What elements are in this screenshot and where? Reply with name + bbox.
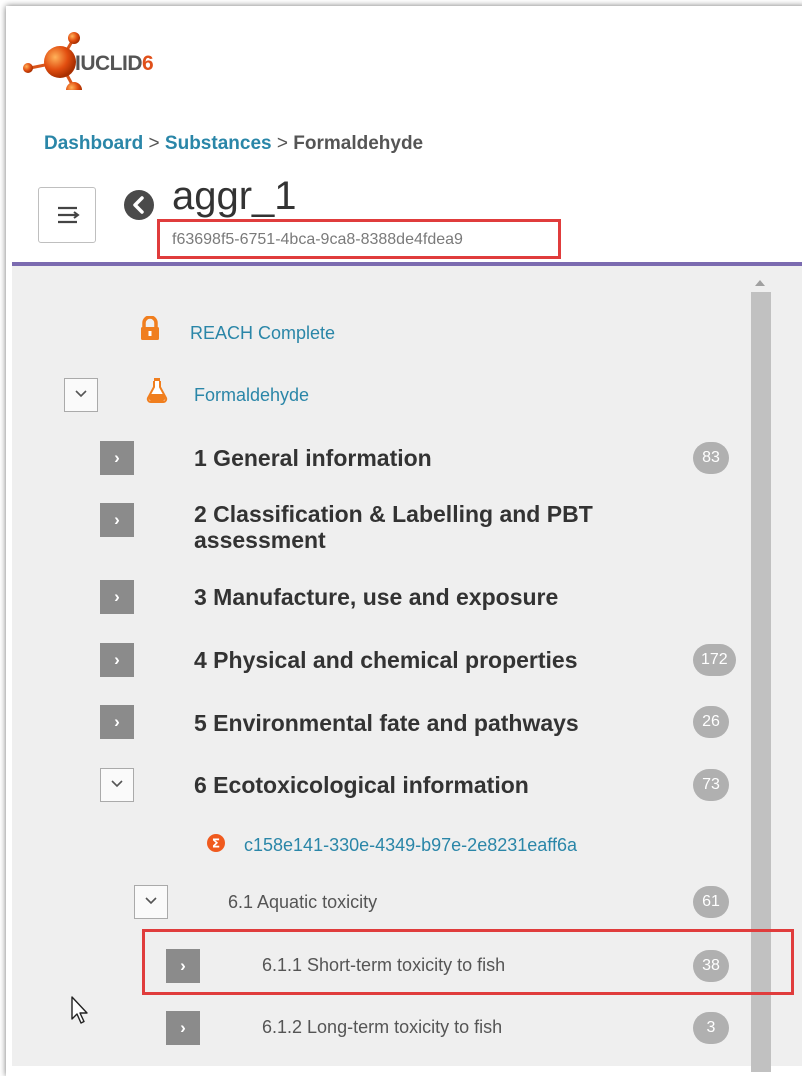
expand-toggle-section-6[interactable] [100, 768, 134, 802]
count-badge: 26 [693, 706, 729, 738]
tree-subsection-aquatic-toxicity[interactable]: 6.1 Aquatic toxicity [228, 892, 377, 913]
expand-toggle-section-3[interactable]: › [100, 580, 134, 614]
count-badge: 3 [693, 1012, 729, 1044]
count-badge: 61 [693, 886, 729, 918]
svg-text:Σ: Σ [212, 837, 220, 851]
breadcrumb-dashboard[interactable]: Dashboard [44, 133, 143, 154]
expand-toggle-section-4[interactable]: › [100, 643, 134, 677]
expand-toggle-section-2[interactable]: › [100, 503, 134, 537]
breadcrumb-separator: > [148, 133, 160, 154]
tree-endpoint-long-term-fish[interactable]: 6.1.2 Long-term toxicity to fish [262, 1017, 502, 1038]
highlight-box-uuid [157, 219, 561, 259]
tree-section-4[interactable]: 4 Physical and chemical properties [194, 647, 578, 673]
tree-section-5[interactable]: 5 Environmental fate and pathways [194, 710, 579, 736]
expand-toggle-section-1[interactable]: › [100, 441, 134, 475]
chevron-down-icon [111, 780, 123, 788]
tree-section-2[interactable]: 2 Classification & Labelling and PBT ass… [194, 501, 654, 553]
tree-section-1[interactable]: 1 General information [194, 445, 432, 471]
breadcrumb: Dashboard > Substances > Formaldehyde [44, 133, 423, 155]
expand-toggle-substance[interactable] [64, 378, 98, 412]
tree-section-3[interactable]: 3 Manufacture, use and exposure [194, 584, 558, 610]
flask-icon [146, 378, 168, 403]
chevron-left-icon [133, 196, 144, 214]
breadcrumb-separator: > [276, 133, 288, 154]
breadcrumb-current: Formaldehyde [293, 133, 424, 154]
menu-toggle-button[interactable] [38, 187, 96, 243]
tree-item-summary-record[interactable]: c158e141-330e-4349-b97e-2e8231eaff6a [244, 835, 577, 856]
page-title: aggr_1 [172, 174, 297, 218]
count-badge: 83 [693, 442, 729, 474]
chevron-down-icon [145, 897, 157, 905]
tree-item-substance[interactable]: Formaldehyde [194, 385, 309, 406]
expand-toggle-aquatic-toxicity[interactable] [134, 885, 168, 919]
sigma-icon: Σ [207, 834, 225, 852]
count-badge: 73 [693, 769, 729, 801]
app-logo-text: IUCLID6 [75, 52, 154, 75]
menu-icon [58, 206, 80, 224]
mouse-cursor-icon [71, 996, 88, 1024]
tree-item-dossier[interactable]: REACH Complete [190, 323, 335, 344]
expand-toggle-section-5[interactable]: › [100, 705, 134, 739]
scroll-up-arrow-icon[interactable] [755, 280, 765, 286]
highlight-box-endpoint [142, 929, 794, 995]
lock-icon [141, 316, 159, 340]
expand-toggle-endpoint-612[interactable]: › [166, 1011, 200, 1045]
chevron-down-icon [75, 390, 87, 398]
breadcrumb-substances[interactable]: Substances [165, 133, 272, 154]
back-button[interactable] [124, 190, 154, 220]
tree-section-6[interactable]: 6 Ecotoxicological information [194, 772, 529, 798]
count-badge: 172 [693, 644, 736, 676]
